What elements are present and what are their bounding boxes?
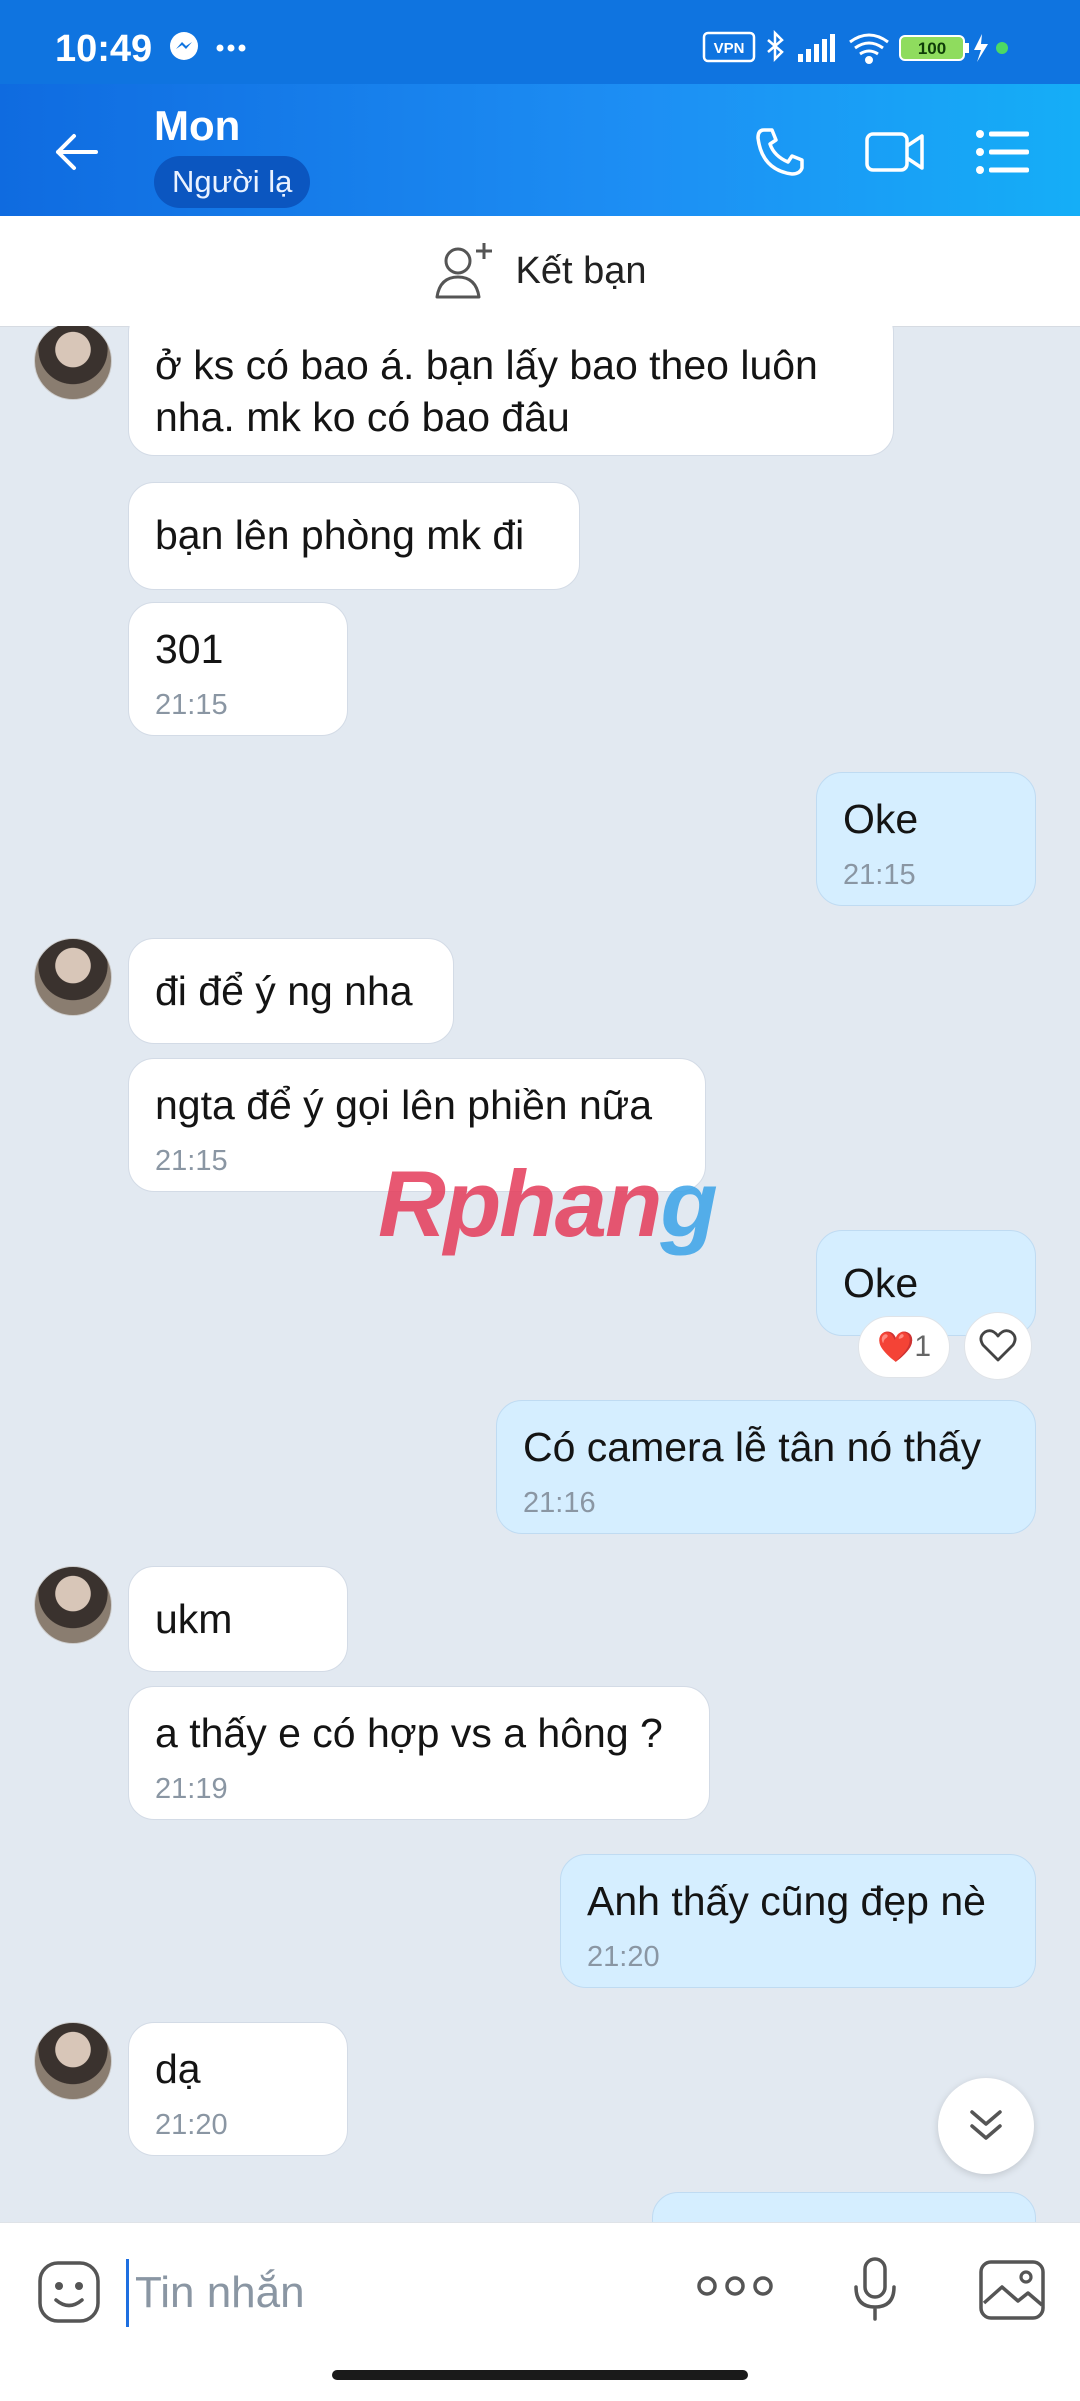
scroll-to-bottom-button[interactable] — [938, 2078, 1034, 2174]
more-dots-icon — [216, 44, 246, 52]
message-time: 21:19 — [155, 1773, 228, 1805]
message-text: Có camera lễ tân nó thấy — [523, 1424, 982, 1470]
heart-reaction-icon: ❤️ — [876, 1330, 915, 1364]
message-bubble[interactable]: Có camera lễ tân nó thấy 21:16 — [496, 1400, 1036, 1534]
send-photo-button[interactable] — [978, 2259, 1046, 2326]
message-bubble[interactable]: ở ks có bao á. bạn lấy bao theo luôn nha… — [128, 326, 894, 456]
home-indicator[interactable] — [332, 2370, 748, 2380]
add-user-icon — [435, 243, 492, 299]
back-button[interactable] — [50, 126, 102, 183]
message-text: 301 — [155, 626, 224, 672]
add-friend-button[interactable]: Kết bạn — [0, 216, 1080, 327]
message-time: 21:20 — [155, 2109, 228, 2141]
message-time: 21:20 — [587, 1941, 660, 1973]
message-text: ngta để ý gọi lên phiền nữa — [155, 1082, 653, 1128]
list-menu-icon — [976, 130, 1029, 174]
wifi-icon — [849, 33, 889, 64]
more-horizontal-icon — [697, 2276, 773, 2296]
message-text: a thấy e có hợp vs a hông ? — [155, 1710, 663, 1756]
sticker-button[interactable] — [36, 2259, 102, 2330]
message-time: 21:15 — [155, 1145, 228, 1177]
message-text: bạn lên phòng mk đi — [155, 512, 525, 558]
arrow-left-icon — [56, 134, 98, 170]
heart-outline-icon — [979, 1329, 1017, 1362]
stranger-badge: Người lạ — [154, 156, 311, 208]
microphone-icon — [854, 2257, 896, 2321]
message-text: Anh thấy cũng đẹp nè — [587, 1878, 986, 1924]
message-bubble[interactable]: 301 21:15 — [128, 602, 348, 736]
message-bubble[interactable]: Oke 21:15 — [816, 772, 1036, 906]
avatar[interactable] — [34, 326, 112, 400]
message-bubble[interactable]: ukm — [128, 1566, 348, 1672]
vpn-icon: VPN — [702, 31, 756, 63]
message-bubble[interactable]: Anh thấy cũng đẹp nè 21:20 — [560, 1854, 1036, 1988]
react-button[interactable] — [964, 1312, 1032, 1380]
status-right-icons: VPN 100 — [702, 29, 1052, 71]
messenger-icon — [170, 32, 198, 60]
double-chevron-down-icon — [970, 2110, 1002, 2140]
voice-call-button[interactable] — [752, 124, 808, 185]
message-text: ukm — [155, 1596, 233, 1642]
avatar[interactable] — [34, 1566, 112, 1644]
svg-text:100: 100 — [918, 39, 946, 58]
message-bubble[interactable]: đi để ý ng nha — [128, 938, 454, 1044]
contact-name[interactable]: Mon — [154, 102, 240, 150]
add-friend-label: Kết bạn — [515, 249, 647, 292]
message-bubble[interactable]: dạ 21:20 — [128, 2022, 348, 2156]
image-gallery-icon — [979, 2260, 1045, 2320]
charging-icon — [974, 34, 988, 62]
svg-text:VPN: VPN — [714, 40, 745, 57]
message-time: 21:16 — [523, 1487, 596, 1519]
message-list[interactable]: ở ks có bao á. bạn lấy bao theo luôn nha… — [0, 326, 1080, 2222]
bluetooth-icon — [767, 29, 784, 63]
message-time: 21:15 — [155, 689, 228, 721]
video-call-button[interactable] — [864, 124, 926, 185]
reaction-count: 1 — [914, 1330, 932, 1363]
video-camera-icon — [865, 132, 924, 172]
message-text: Oke — [843, 1260, 919, 1306]
signal-icon — [798, 34, 835, 62]
status-left-icons — [168, 30, 248, 69]
message-bubble-partial[interactable] — [652, 2192, 1036, 2222]
battery-icon: 100 — [899, 35, 969, 61]
message-text: dạ — [155, 2046, 201, 2092]
message-text: ở ks có bao á. bạn lấy bao theo luôn nha… — [155, 342, 818, 440]
message-bubble[interactable]: bạn lên phòng mk đi — [128, 482, 580, 590]
chat-header: Mon Người lạ — [0, 84, 1080, 216]
phone-icon — [756, 128, 804, 176]
avatar[interactable] — [34, 2022, 112, 2100]
message-text: Oke — [843, 796, 919, 842]
voice-message-button[interactable] — [852, 2255, 898, 2330]
reaction-count-badge[interactable]: ❤️ 1 — [858, 1316, 950, 1378]
active-dot-icon — [996, 42, 1008, 54]
message-bubble[interactable]: a thấy e có hợp vs a hông ? 21:19 — [128, 1686, 710, 1820]
more-options-button[interactable] — [695, 2271, 775, 2306]
message-text: đi để ý ng nha — [155, 968, 413, 1014]
message-time: 21:15 — [843, 859, 916, 891]
sticker-face-icon — [38, 2261, 100, 2323]
avatar[interactable] — [34, 938, 112, 1016]
status-bar: 10:49 VPN 100 — [0, 0, 1080, 84]
chat-options-button[interactable] — [975, 128, 1031, 181]
message-input[interactable]: Tin nhắn — [126, 2259, 675, 2327]
status-time: 10:49 — [55, 28, 153, 70]
watermark-logo: Rphang — [378, 1151, 718, 1256]
